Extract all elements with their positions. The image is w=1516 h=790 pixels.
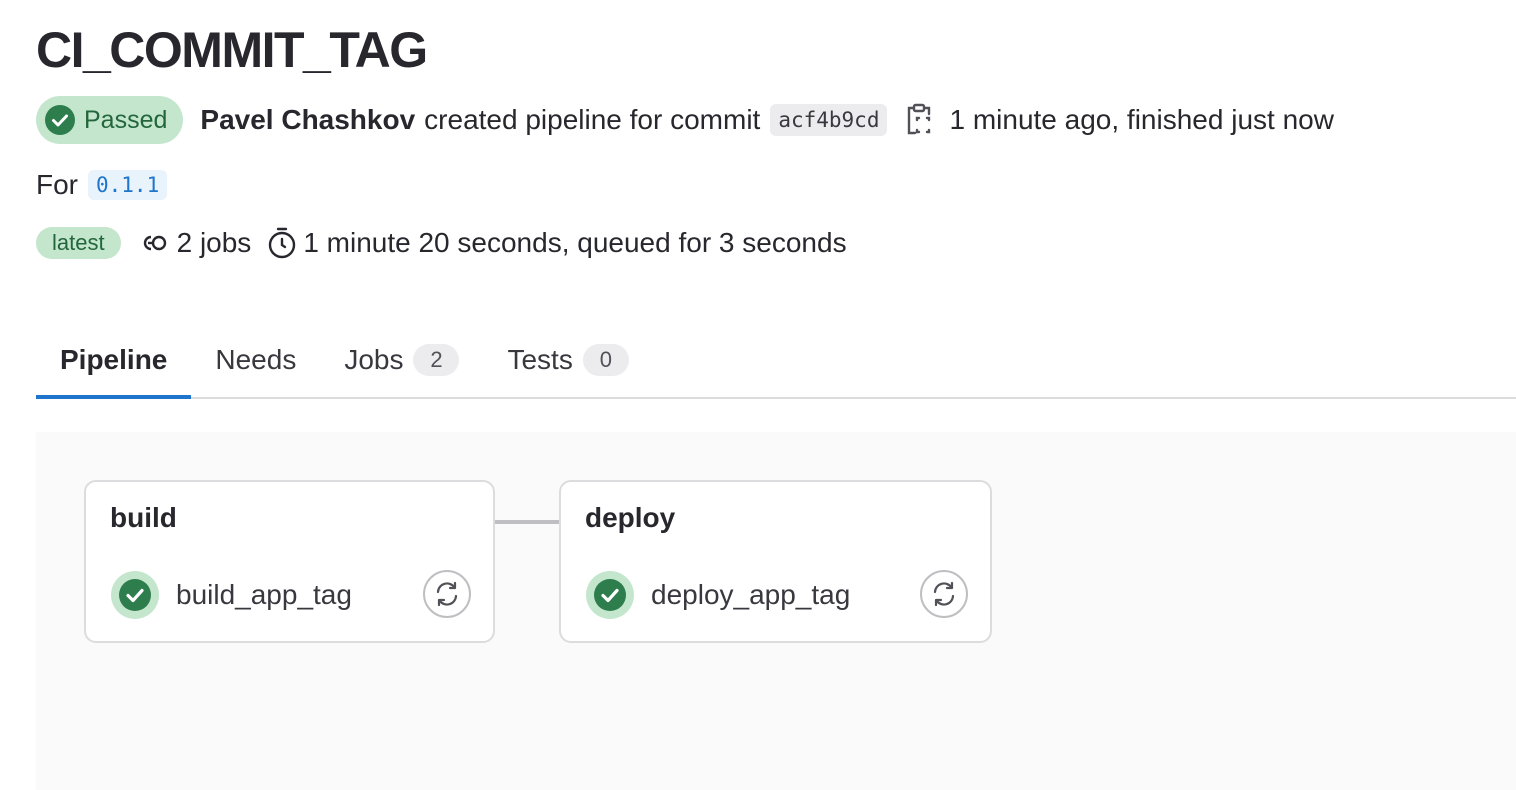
retry-button[interactable] (423, 570, 471, 618)
stage-build: build build_app_tag (84, 480, 495, 643)
page-title: CI_COMMIT_TAG (36, 22, 428, 78)
status-badge[interactable]: Passed (36, 96, 184, 144)
retry-icon (436, 581, 458, 607)
commit-sha-link[interactable]: acf4b9cd (770, 104, 888, 136)
pipeline-meta: latest 2 jobs 1 minute 20 seconds, queue… (36, 224, 847, 262)
stage-deploy: deploy deploy_app_tag (559, 480, 992, 643)
jobs-count-badge: 2 (413, 343, 460, 376)
pipeline-time: 1 minute ago, finished just now (949, 104, 1334, 135)
status-success-icon (585, 570, 635, 620)
ref-row: For 0.1.1 (36, 166, 168, 204)
tab-label: Tests (507, 343, 573, 375)
pipeline-summary: Passed Pavel Chashkov created pipeline f… (36, 96, 1334, 144)
pipeline-duration: 1 minute 20 seconds, queued for 3 second… (303, 227, 847, 258)
retry-icon (933, 581, 955, 607)
tab-label: Pipeline (60, 343, 168, 375)
stage-connector (495, 520, 559, 524)
tab-jobs[interactable]: Jobs 2 (320, 322, 483, 397)
retry-button[interactable] (920, 570, 968, 618)
copy-to-clipboard-icon[interactable] (905, 103, 933, 137)
ref-link[interactable]: 0.1.1 (88, 170, 168, 200)
latest-badge: latest (36, 227, 121, 259)
pipeline-action-text: created pipeline for commit (424, 104, 761, 135)
stopwatch-icon (267, 226, 297, 260)
stage-title: deploy (585, 502, 676, 533)
job-name: deploy_app_tag (651, 579, 851, 610)
status-success-icon (44, 104, 76, 136)
stage-title: build (110, 502, 177, 533)
pipeline-jobs-icon (137, 231, 171, 255)
tests-count-badge: 0 (582, 343, 629, 376)
status-label: Passed (84, 105, 168, 134)
tab-label: Needs (215, 343, 297, 375)
tab-tests[interactable]: Tests 0 (483, 322, 652, 397)
pipeline-tabs: Pipeline Needs Jobs 2 Tests 0 (36, 322, 1516, 399)
pipeline-graph: build build_app_tag deploy deploy_app_ta… (36, 432, 1516, 790)
tab-label: Jobs (344, 343, 404, 375)
tab-pipeline[interactable]: Pipeline (36, 322, 192, 399)
job-name: build_app_tag (176, 579, 352, 610)
author-link[interactable]: Pavel Chashkov (200, 104, 415, 136)
jobs-count: 2 jobs (176, 227, 252, 258)
job-build-app-tag[interactable]: build_app_tag (110, 570, 352, 620)
job-deploy-app-tag[interactable]: deploy_app_tag (585, 570, 850, 620)
status-success-icon (110, 570, 160, 620)
for-label: For (36, 169, 78, 200)
tab-needs[interactable]: Needs (191, 322, 320, 397)
